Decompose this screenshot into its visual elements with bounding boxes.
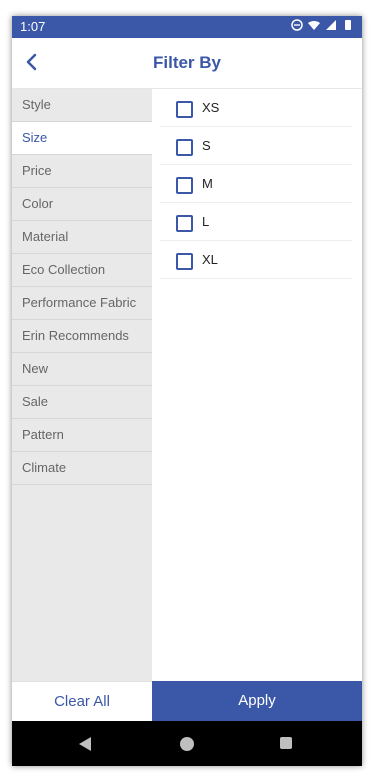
signal-icon	[326, 20, 336, 30]
option-label: M	[202, 176, 213, 191]
option-label: S	[202, 138, 211, 153]
category-color[interactable]: Color	[12, 188, 152, 221]
clear-all-button[interactable]: Clear All	[12, 681, 152, 722]
status-time: 1:07	[20, 19, 46, 34]
status-bar: 1:07	[12, 16, 362, 38]
category-style[interactable]: Style	[12, 89, 152, 122]
option-label: L	[202, 214, 210, 229]
battery-icon	[345, 20, 351, 30]
category-climate[interactable]: Climate	[12, 452, 152, 485]
android-nav-bar	[12, 721, 362, 766]
filter-category-list: Style Size Price Color Material Eco Coll…	[12, 89, 152, 681]
option-label: XS	[202, 100, 220, 115]
nav-recent-apps-icon[interactable]	[280, 737, 292, 749]
category-eco-collection[interactable]: Eco Collection	[12, 254, 152, 287]
apply-button[interactable]: Apply	[152, 681, 362, 721]
status-icons	[291, 19, 354, 31]
category-new[interactable]: New	[12, 353, 152, 386]
category-material[interactable]: Material	[12, 221, 152, 254]
phone-screen: 1:07 Filter By Style Size Price Color Ma…	[12, 16, 362, 766]
nav-home-icon[interactable]	[180, 737, 194, 751]
option-label: XL	[202, 252, 218, 267]
size-option-xs[interactable]: XS	[160, 89, 352, 127]
size-option-l[interactable]: L	[160, 203, 352, 241]
checkbox-l[interactable]	[176, 215, 193, 232]
do-not-disturb-icon	[291, 19, 303, 31]
category-pattern[interactable]: Pattern	[12, 419, 152, 452]
size-option-m[interactable]: M	[160, 165, 352, 203]
category-performance-fabric[interactable]: Performance Fabric	[12, 287, 152, 320]
nav-back-icon[interactable]	[79, 737, 91, 751]
size-option-s[interactable]: S	[160, 127, 352, 165]
category-sale[interactable]: Sale	[12, 386, 152, 419]
top-app-bar: Filter By	[12, 38, 362, 88]
checkbox-m[interactable]	[176, 177, 193, 194]
size-options-list: XS S M L XL	[152, 89, 362, 681]
checkbox-s[interactable]	[176, 139, 193, 156]
category-price[interactable]: Price	[12, 155, 152, 188]
page-title: Filter By	[152, 53, 222, 72]
category-size[interactable]: Size	[12, 122, 152, 155]
wifi-icon	[308, 21, 320, 30]
size-option-xl[interactable]: XL	[160, 241, 352, 279]
category-erin-recommends[interactable]: Erin Recommends	[12, 320, 152, 353]
action-bar: Clear All Apply	[12, 681, 362, 722]
checkbox-xl[interactable]	[176, 253, 193, 270]
checkbox-xs[interactable]	[176, 101, 193, 118]
